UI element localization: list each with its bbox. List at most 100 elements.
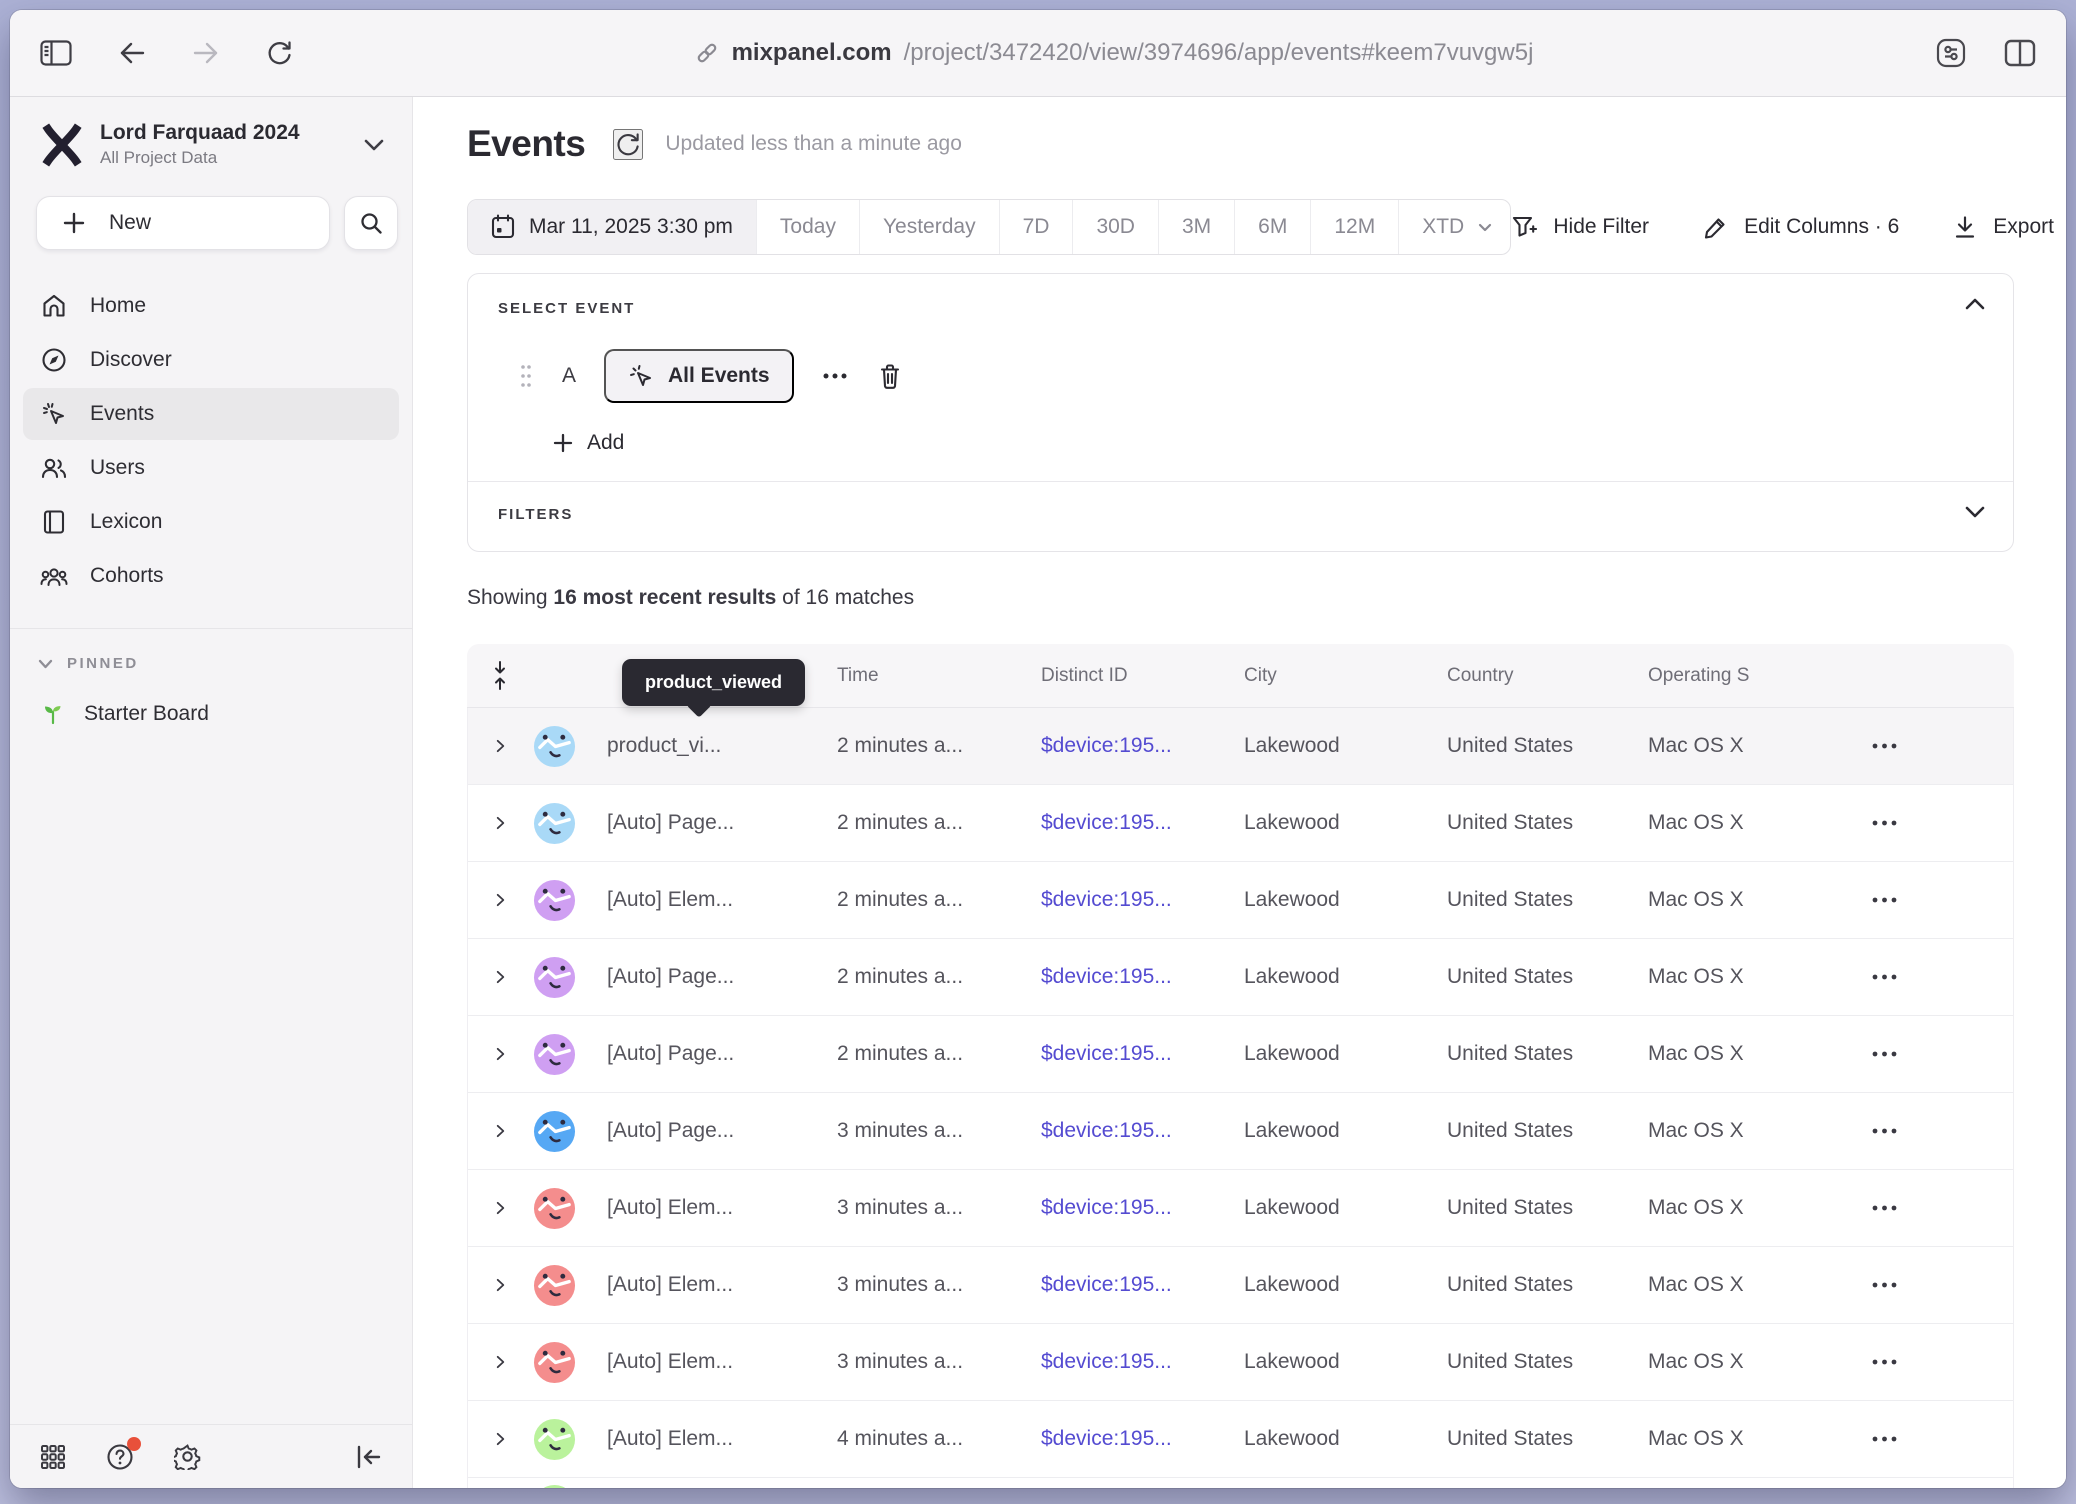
search-button[interactable] (344, 196, 398, 250)
distinct-id-link[interactable]: $device:195... (1041, 811, 1244, 835)
row-expander-chevron-icon[interactable] (493, 1354, 508, 1370)
distinct-id-link[interactable]: $device:195... (1041, 734, 1244, 758)
event-selector-chip[interactable]: All Events (604, 349, 794, 403)
sidebar-item-users[interactable]: Users (23, 442, 399, 494)
table-row[interactable]: [Auto] Elem...3 minutes a...$device:195.… (468, 1324, 2013, 1401)
column-header-time[interactable]: Time (837, 665, 1041, 687)
chevron-down-icon[interactable] (1965, 506, 1985, 518)
row-expander-chevron-icon[interactable] (493, 1046, 508, 1062)
compass-icon (40, 347, 68, 373)
row-menu-icon[interactable] (1871, 819, 2013, 827)
table-row[interactable]: [Auto] Elem...4 minutes a...$device:195.… (468, 1401, 2013, 1478)
hide-filter-button[interactable]: Hide Filter (1511, 214, 1649, 240)
column-header-os[interactable]: Operating S (1648, 665, 1871, 687)
row-expander-chevron-icon[interactable] (493, 1277, 508, 1293)
sidebar-item-home[interactable]: Home (23, 280, 399, 332)
table-row[interactable]: product_vi...2 minutes a...$device:195..… (468, 708, 2013, 785)
table-row[interactable]: [Auto] Elem...3 minutes a...$device:195.… (468, 1170, 2013, 1247)
os-cell: Mac OS X (1648, 1427, 1871, 1451)
row-menu-icon[interactable] (1871, 742, 2013, 750)
table-row[interactable]: [Auto] Elem...3 minutes a...$device:195.… (468, 1247, 2013, 1324)
settings-gear-icon[interactable] (174, 1443, 201, 1470)
workspace-switcher[interactable]: Lord Farquaad 2024 All Project Data (10, 121, 412, 168)
row-expander-chevron-icon[interactable] (493, 892, 508, 908)
plus-icon (553, 433, 573, 453)
browser-sidebar-toggle-icon[interactable] (40, 40, 72, 66)
row-menu-icon[interactable] (1871, 1281, 2013, 1289)
row-expander-chevron-icon[interactable] (493, 969, 508, 985)
table-row[interactable]: [Auto] Elem...2 minutes a...$device:195.… (468, 862, 2013, 939)
distinct-id-link[interactable]: $device:195... (1041, 1273, 1244, 1297)
chevron-up-icon[interactable] (1965, 298, 1985, 310)
distinct-id-link[interactable]: $device:195... (1041, 965, 1244, 989)
distinct-id-link[interactable]: $device:195... (1041, 1042, 1244, 1066)
apps-grid-icon[interactable] (40, 1444, 66, 1470)
select-event-section: SELECT EVENT A All Events (468, 274, 2013, 481)
range-yesterday[interactable]: Yesterday (859, 200, 999, 254)
row-menu-icon[interactable] (1871, 1050, 2013, 1058)
range-6m[interactable]: 6M (1234, 200, 1310, 254)
sidebar-item-discover[interactable]: Discover (23, 334, 399, 386)
distinct-id-link[interactable]: $device:195... (1041, 1350, 1244, 1374)
country-cell: United States (1447, 1350, 1648, 1374)
trash-icon[interactable] (878, 363, 902, 390)
date-picker-segment[interactable]: Mar 11, 2025 3:30 pm (468, 200, 756, 254)
date-label: Mar 11, 2025 3:30 pm (529, 215, 733, 239)
column-header-distinct-id[interactable]: Distinct ID (1041, 665, 1244, 687)
sidebar-item-starter-board[interactable]: Starter Board (23, 688, 399, 740)
reload-icon[interactable] (266, 39, 293, 67)
sidebar-item-events[interactable]: Events (23, 388, 399, 440)
forward-icon[interactable] (192, 41, 220, 65)
refresh-icon[interactable] (613, 129, 643, 160)
distinct-id-link[interactable]: $device:195... (1041, 1119, 1244, 1143)
table-row[interactable]: [Auto] Page...2 minutes a...$device:195.… (468, 939, 2013, 1016)
more-options-icon[interactable] (822, 372, 848, 380)
table-row[interactable]: [Auto] Page...2 minutes a...$device:195.… (468, 1016, 2013, 1093)
table-row[interactable] (468, 1478, 2013, 1488)
back-icon[interactable] (118, 41, 146, 65)
row-expander-chevron-icon[interactable] (493, 1200, 508, 1216)
country-cell: United States (1447, 811, 1648, 835)
row-menu-icon[interactable] (1871, 973, 2013, 981)
row-menu-icon[interactable] (1871, 1358, 2013, 1366)
workspace-name: Lord Farquaad 2024 (100, 121, 348, 145)
sidebar-item-lexicon[interactable]: Lexicon (23, 496, 399, 548)
chevron-down-icon (364, 139, 384, 151)
page-settings-icon[interactable] (1934, 36, 1968, 70)
city-cell: Lakewood (1244, 734, 1447, 758)
filter-funnel-icon (1511, 214, 1537, 240)
row-menu-icon[interactable] (1871, 1435, 2013, 1443)
row-expander-chevron-icon[interactable] (493, 1431, 508, 1447)
range-today[interactable]: Today (756, 200, 859, 254)
collapse-all-icon[interactable] (492, 661, 508, 690)
address-bar[interactable]: mixpanel.com/project/3472420/view/397469… (293, 39, 1934, 67)
drag-handle-icon[interactable] (520, 363, 532, 389)
row-menu-icon[interactable] (1871, 1204, 2013, 1212)
range-xtd[interactable]: XTD (1398, 200, 1511, 254)
row-expander-chevron-icon[interactable] (493, 815, 508, 831)
edit-columns-button[interactable]: Edit Columns · 6 (1703, 215, 1899, 240)
row-expander-chevron-icon[interactable] (493, 1123, 508, 1139)
sidebar-item-cohorts[interactable]: Cohorts (23, 550, 399, 602)
column-header-country[interactable]: Country (1447, 665, 1648, 687)
collapse-sidebar-icon[interactable] (356, 1445, 382, 1469)
add-event-button[interactable]: Add (553, 431, 1983, 455)
row-expander-chevron-icon[interactable] (493, 738, 508, 754)
row-menu-icon[interactable] (1871, 896, 2013, 904)
range-7d[interactable]: 7D (999, 200, 1073, 254)
distinct-id-link[interactable]: $device:195... (1041, 888, 1244, 912)
table-row[interactable]: [Auto] Page...2 minutes a...$device:195.… (468, 785, 2013, 862)
table-row[interactable]: [Auto] Page...3 minutes a...$device:195.… (468, 1093, 2013, 1170)
pinned-section-toggle[interactable]: PINNED (10, 655, 412, 672)
range-12m[interactable]: 12M (1310, 200, 1398, 254)
export-button[interactable]: Export (1953, 215, 2054, 240)
range-30d[interactable]: 30D (1072, 200, 1158, 254)
new-button[interactable]: New (36, 196, 330, 250)
distinct-id-link[interactable]: $device:195... (1041, 1427, 1244, 1451)
range-3m[interactable]: 3M (1158, 200, 1234, 254)
split-view-icon[interactable] (2004, 39, 2036, 67)
column-header-city[interactable]: City (1244, 665, 1447, 687)
row-menu-icon[interactable] (1871, 1127, 2013, 1135)
distinct-id-link[interactable]: $device:195... (1041, 1196, 1244, 1220)
event-chip-label: All Events (668, 364, 770, 388)
